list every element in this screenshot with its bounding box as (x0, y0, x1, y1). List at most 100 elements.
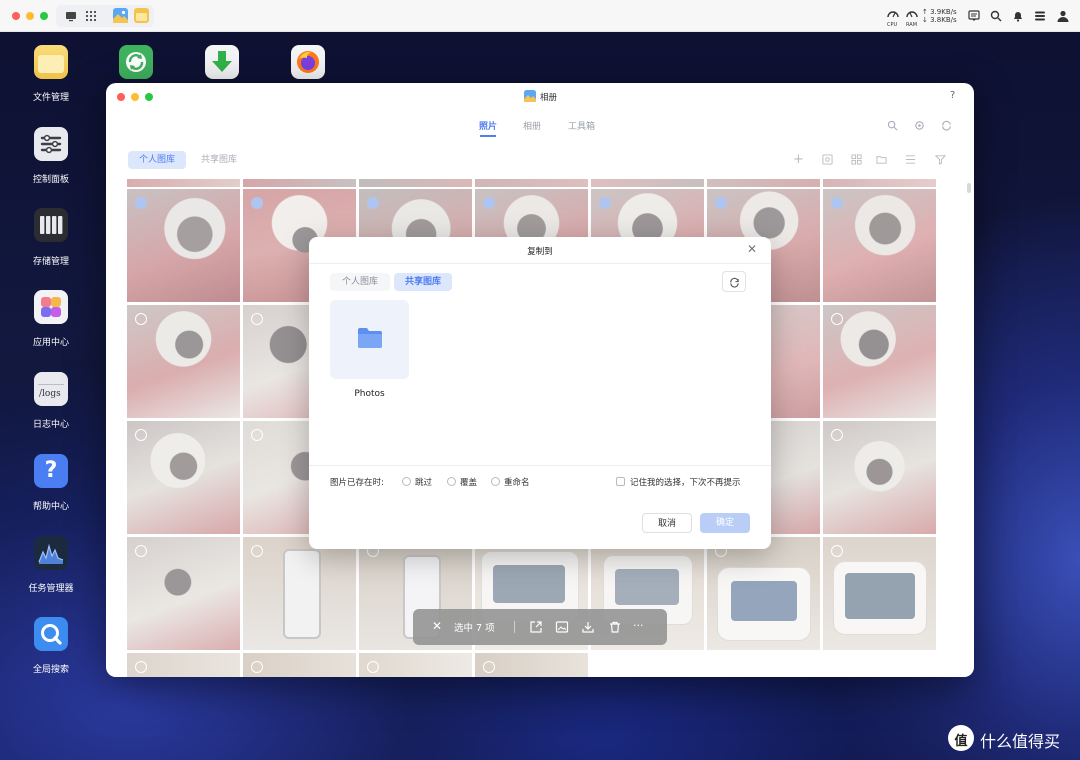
photo-thumb[interactable] (823, 537, 936, 650)
window-minimize-button[interactable] (131, 93, 139, 101)
photo-thumb[interactable] (127, 305, 240, 418)
bell-icon[interactable] (1012, 10, 1024, 22)
chip-personal-library[interactable]: 个人图库 (128, 151, 186, 169)
photo-thumb[interactable] (243, 179, 356, 187)
delete-icon[interactable] (608, 620, 622, 634)
global-search-icon[interactable] (34, 617, 68, 651)
radio-skip-label[interactable]: 跳过 (415, 476, 432, 488)
desktop-label-global-search[interactable]: 全局搜索 (11, 662, 91, 675)
photo-thumb[interactable] (243, 537, 356, 650)
list-view-icon[interactable] (905, 154, 916, 165)
gear-icon[interactable] (914, 120, 925, 131)
grid-view-icon[interactable] (851, 154, 862, 165)
tab-photos[interactable]: 照片 (479, 119, 497, 132)
app-center-icon[interactable] (34, 290, 68, 324)
photo-thumb[interactable] (127, 179, 240, 187)
control-panel-icon[interactable] (34, 127, 68, 161)
photo-thumb[interactable] (243, 653, 356, 677)
refresh-button[interactable] (722, 271, 746, 292)
window-maximize-button[interactable] (145, 93, 153, 101)
photo-thumb[interactable] (823, 189, 936, 302)
select-circle-icon[interactable] (831, 545, 843, 557)
photo-thumb[interactable] (127, 537, 240, 650)
chip-shared-library[interactable]: 共享图库 (190, 151, 248, 169)
desktop-label-task-manager[interactable]: 任务管理器 (11, 581, 91, 594)
radio-rename[interactable] (491, 477, 500, 486)
photo-thumb[interactable] (475, 653, 588, 677)
selected-check-icon[interactable] (483, 197, 495, 209)
cancel-button[interactable]: 取消 (642, 513, 692, 533)
apps-grid-icon[interactable] (85, 10, 97, 22)
refresh-icon[interactable] (941, 120, 952, 131)
settings-sliders-icon[interactable] (1034, 10, 1046, 22)
select-circle-icon[interactable] (367, 661, 379, 673)
desktop-icon[interactable] (65, 10, 77, 22)
folder-view-icon[interactable] (876, 154, 887, 165)
share-icon[interactable] (529, 620, 543, 634)
storage-icon[interactable] (34, 208, 68, 242)
add-icon[interactable]: + (793, 152, 804, 167)
tab-shared-library[interactable]: 共享图库 (394, 273, 452, 291)
selected-check-icon[interactable] (831, 197, 843, 209)
help-button[interactable]: ? (950, 90, 955, 101)
selected-check-icon[interactable] (715, 197, 727, 209)
select-circle-icon[interactable] (251, 429, 263, 441)
photo-thumb[interactable] (127, 189, 240, 302)
download-icon[interactable] (205, 45, 239, 79)
close-icon[interactable]: ✕ (747, 242, 757, 256)
radio-overwrite-label[interactable]: 覆盖 (460, 476, 477, 488)
desktop-label-logs[interactable]: 日志中心 (11, 417, 91, 430)
photo-thumb[interactable] (823, 179, 936, 187)
photo-thumb[interactable] (359, 653, 472, 677)
notes-icon[interactable] (968, 10, 980, 22)
select-circle-icon[interactable] (251, 545, 263, 557)
desktop-label-file-manager[interactable]: 文件管理 (11, 90, 91, 103)
photo-thumb[interactable] (823, 421, 936, 534)
download-icon[interactable] (581, 620, 595, 634)
user-avatar-icon[interactable] (1056, 9, 1070, 23)
sync-icon[interactable] (119, 45, 153, 79)
photo-thumb[interactable] (475, 179, 588, 187)
scrollbar-thumb[interactable] (967, 183, 971, 193)
desktop-label-storage[interactable]: 存储管理 (11, 254, 91, 267)
more-button[interactable]: ··· (633, 619, 644, 632)
folder-tile[interactable] (330, 300, 409, 379)
radio-rename-label[interactable]: 重命名 (504, 476, 530, 488)
add-to-album-icon[interactable] (555, 620, 569, 634)
firefox-icon[interactable] (291, 45, 325, 79)
photo-thumb[interactable] (591, 179, 704, 187)
tab-toolbox[interactable]: 工具箱 (568, 119, 595, 132)
photo-thumb[interactable] (707, 179, 820, 187)
tab-personal-library[interactable]: 个人图库 (330, 273, 390, 291)
photos-app-icon[interactable] (113, 8, 128, 23)
photo-thumb[interactable] (707, 537, 820, 650)
select-circle-icon[interactable] (135, 545, 147, 557)
window-close-button[interactable] (117, 93, 125, 101)
radio-skip[interactable] (402, 477, 411, 486)
selected-check-icon[interactable] (251, 197, 263, 209)
radio-overwrite[interactable] (447, 477, 456, 486)
image-scan-icon[interactable] (822, 154, 833, 165)
maximize-dot[interactable] (40, 12, 48, 20)
select-circle-icon[interactable] (483, 661, 495, 673)
minimize-dot[interactable] (26, 12, 34, 20)
files-app-icon[interactable] (134, 8, 149, 23)
remember-label[interactable]: 记住我的选择，下次不再提示 (630, 476, 741, 488)
close-selection-icon[interactable]: ✕ (432, 619, 442, 633)
logs-icon[interactable]: /logs (34, 372, 68, 406)
select-circle-icon[interactable] (251, 661, 263, 673)
photo-thumb[interactable] (127, 653, 240, 677)
help-icon[interactable]: ? (34, 454, 68, 488)
select-circle-icon[interactable] (831, 429, 843, 441)
selected-check-icon[interactable] (599, 197, 611, 209)
task-manager-icon[interactable] (34, 536, 68, 570)
desktop-label-control-panel[interactable]: 控制面板 (11, 172, 91, 185)
select-circle-icon[interactable] (135, 661, 147, 673)
filter-icon[interactable] (935, 154, 946, 165)
search-icon[interactable] (887, 120, 898, 131)
search-icon[interactable] (990, 10, 1002, 22)
photo-thumb[interactable] (823, 305, 936, 418)
select-circle-icon[interactable] (251, 313, 263, 325)
desktop-label-app-center[interactable]: 应用中心 (11, 335, 91, 348)
select-circle-icon[interactable] (135, 313, 147, 325)
